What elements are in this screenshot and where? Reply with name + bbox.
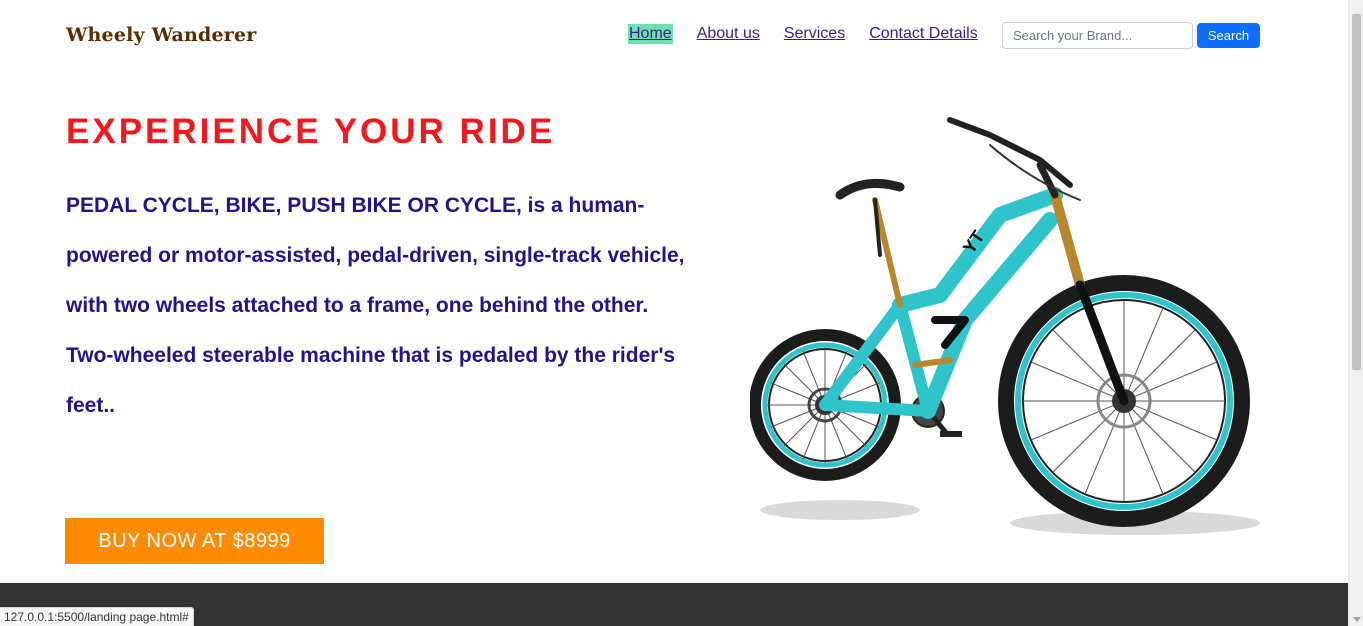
vertical-scrollbar[interactable] (1348, 0, 1363, 626)
search-input[interactable] (1002, 22, 1193, 49)
buy-now-button[interactable]: BUY NOW AT $8999 (65, 518, 324, 564)
nav-contact-details[interactable]: Contact Details (869, 24, 978, 44)
scrollbar-thumb[interactable] (1352, 14, 1361, 370)
main-nav: Home About us Services Contact Details (628, 24, 1002, 44)
search-button[interactable]: Search (1197, 23, 1260, 48)
page: Wheely Wanderer Home About us Services C… (0, 0, 1363, 626)
nav-about-us[interactable]: About us (697, 24, 760, 44)
status-bar-url: 127.0.0.1:5500/landing page.html# (0, 607, 194, 626)
hero-title: EXPERIENCE YOUR RIDE (66, 112, 556, 151)
hero-paragraph-1: PEDAL CYCLE, BIKE, PUSH BIKE OR CYCLE, i… (66, 194, 685, 317)
bike-image: YT (750, 117, 1260, 535)
footer-band (0, 583, 1348, 626)
hero-paragraph-2: Two-wheeled steerable machine that is pe… (66, 344, 676, 417)
nav-home[interactable]: Home (628, 24, 673, 44)
rear-wheel-shadow (760, 500, 920, 520)
nav-services[interactable]: Services (784, 24, 845, 44)
hero-description: PEDAL CYCLE, BIKE, PUSH BIKE OR CYCLE, i… (66, 181, 706, 431)
brand-logo[interactable]: Wheely Wanderer (66, 24, 257, 46)
scroll-down-arrow-icon[interactable] (1353, 617, 1361, 622)
